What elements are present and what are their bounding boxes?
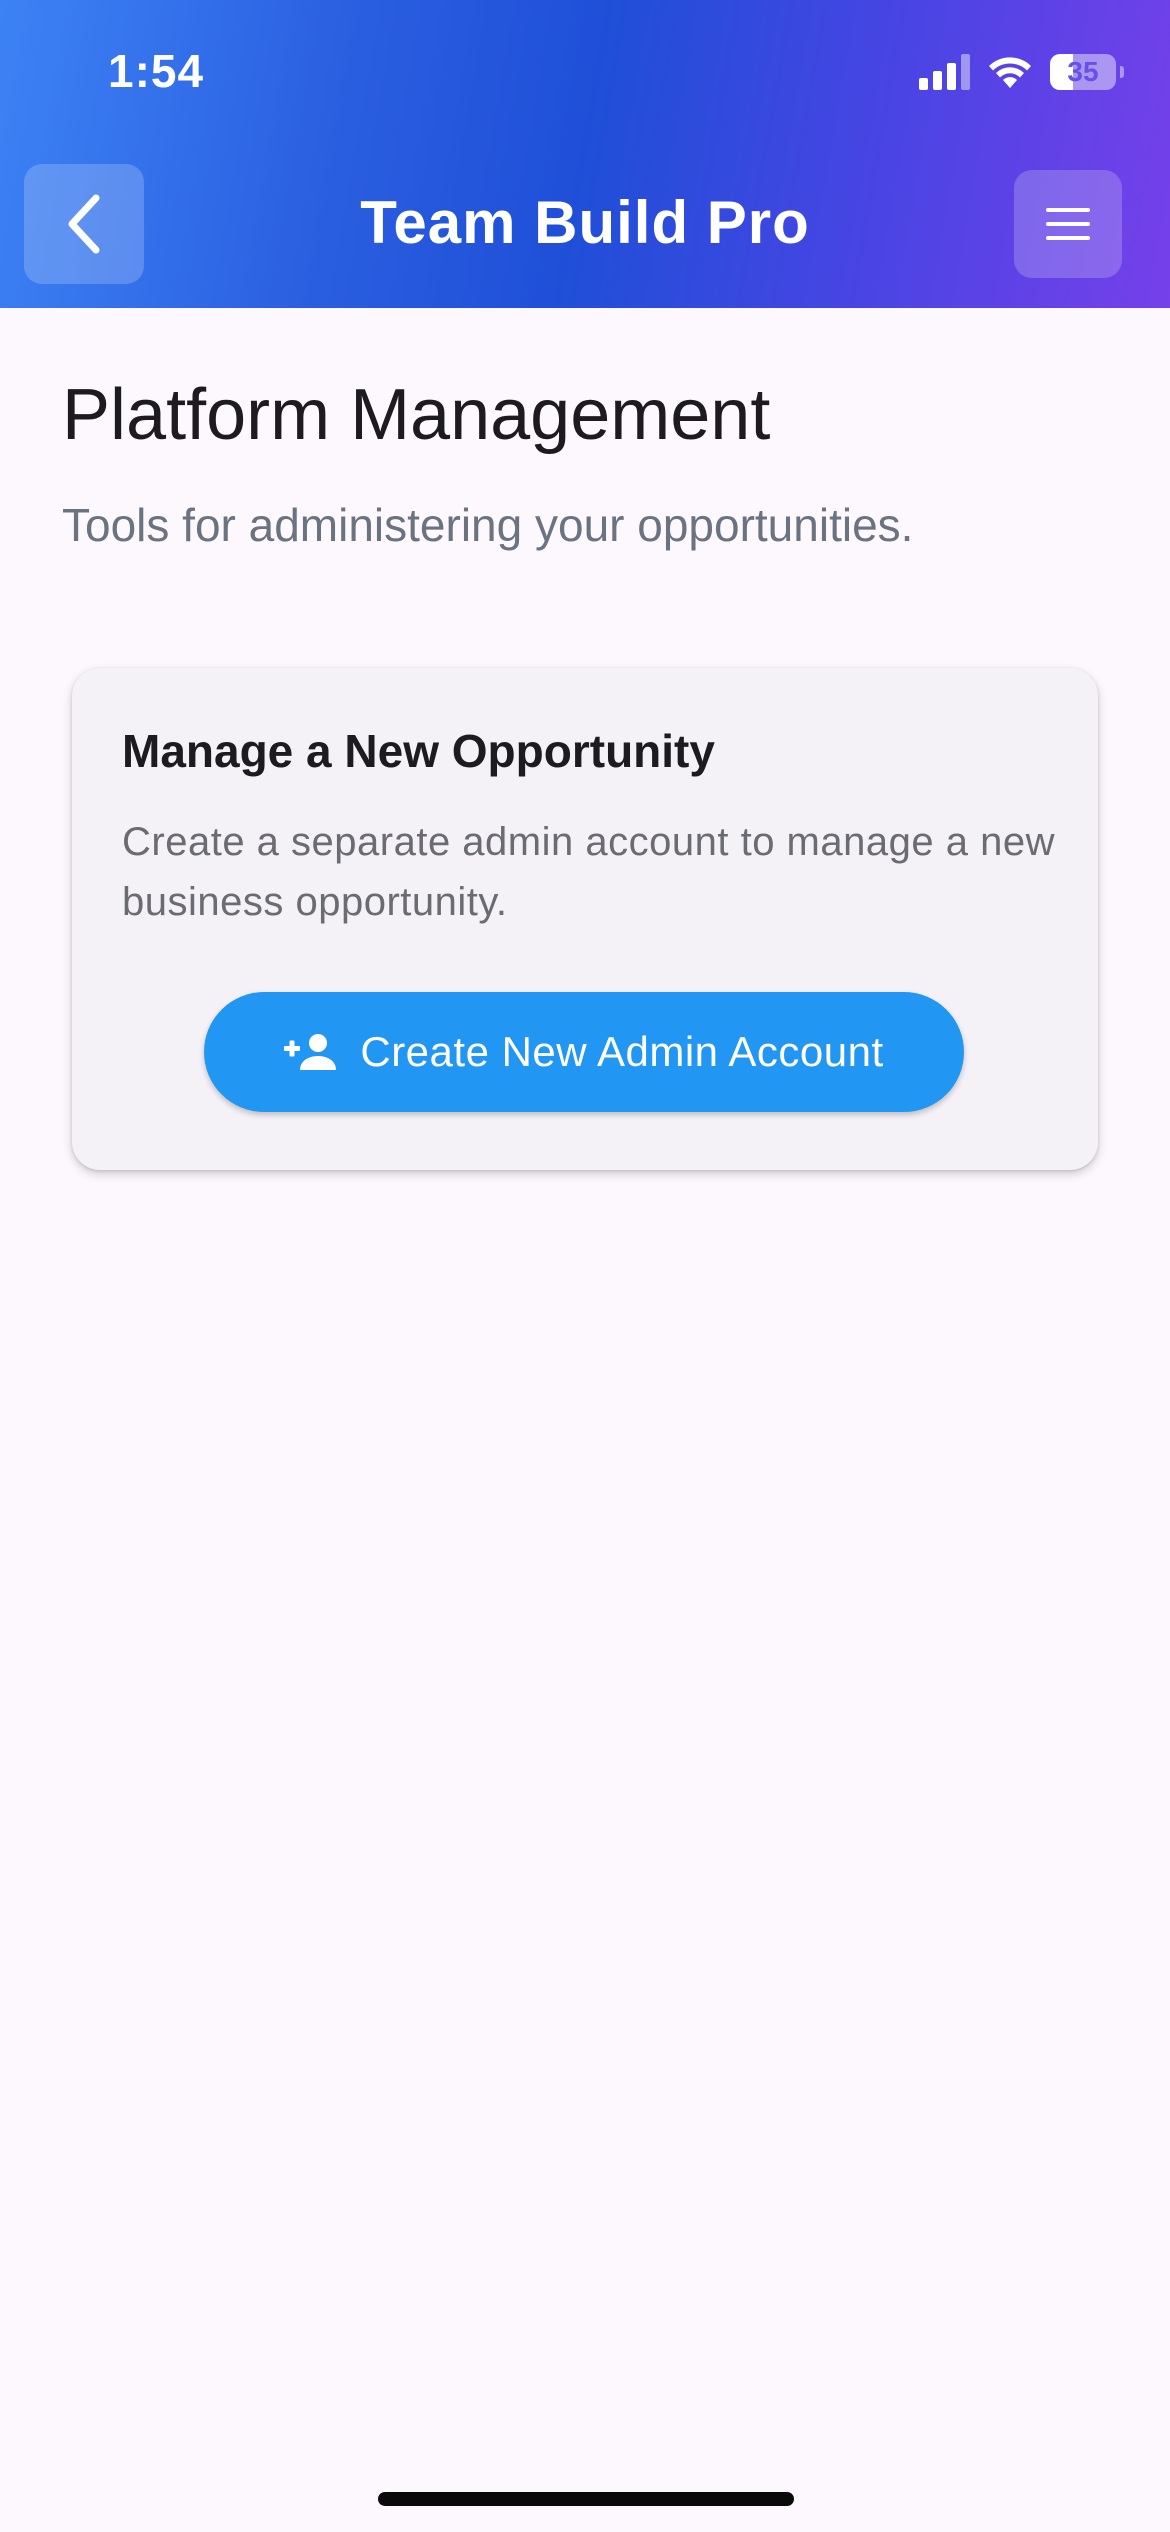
status-icons: 35 [919,52,1124,92]
create-admin-account-label: Create New Admin Account [360,1028,884,1075]
cellular-signal-icon [919,54,970,90]
create-admin-account-button[interactable]: Create New Admin Account [204,992,964,1112]
status-bar: 1:54 35 [0,0,1170,150]
app-header: 1:54 35 Team Build Pro [0,0,1170,308]
card-description: Create a separate admin account to manag… [122,820,1055,924]
battery-level: 35 [1067,56,1099,87]
battery-icon: 35 [1050,54,1124,90]
app-title: Team Build Pro [360,189,810,256]
home-indicator[interactable] [378,2492,794,2506]
wifi-icon [989,57,1031,88]
card-title: Manage a New Opportunity [122,725,715,777]
hamburger-menu-icon [1046,208,1090,240]
menu-button[interactable] [1014,170,1122,278]
person-add-icon [284,1034,337,1070]
manage-opportunity-card: Manage a New Opportunity Create a separa… [72,668,1098,1170]
status-time: 1:54 [108,45,205,97]
page-title: Platform Management [62,375,771,455]
page-subtitle: Tools for administering your opportuniti… [62,499,914,551]
nav-bar: Team Build Pro [0,164,1170,284]
screen: 1:54 35 Team Build Pro Platform Manageme… [0,0,1170,2532]
